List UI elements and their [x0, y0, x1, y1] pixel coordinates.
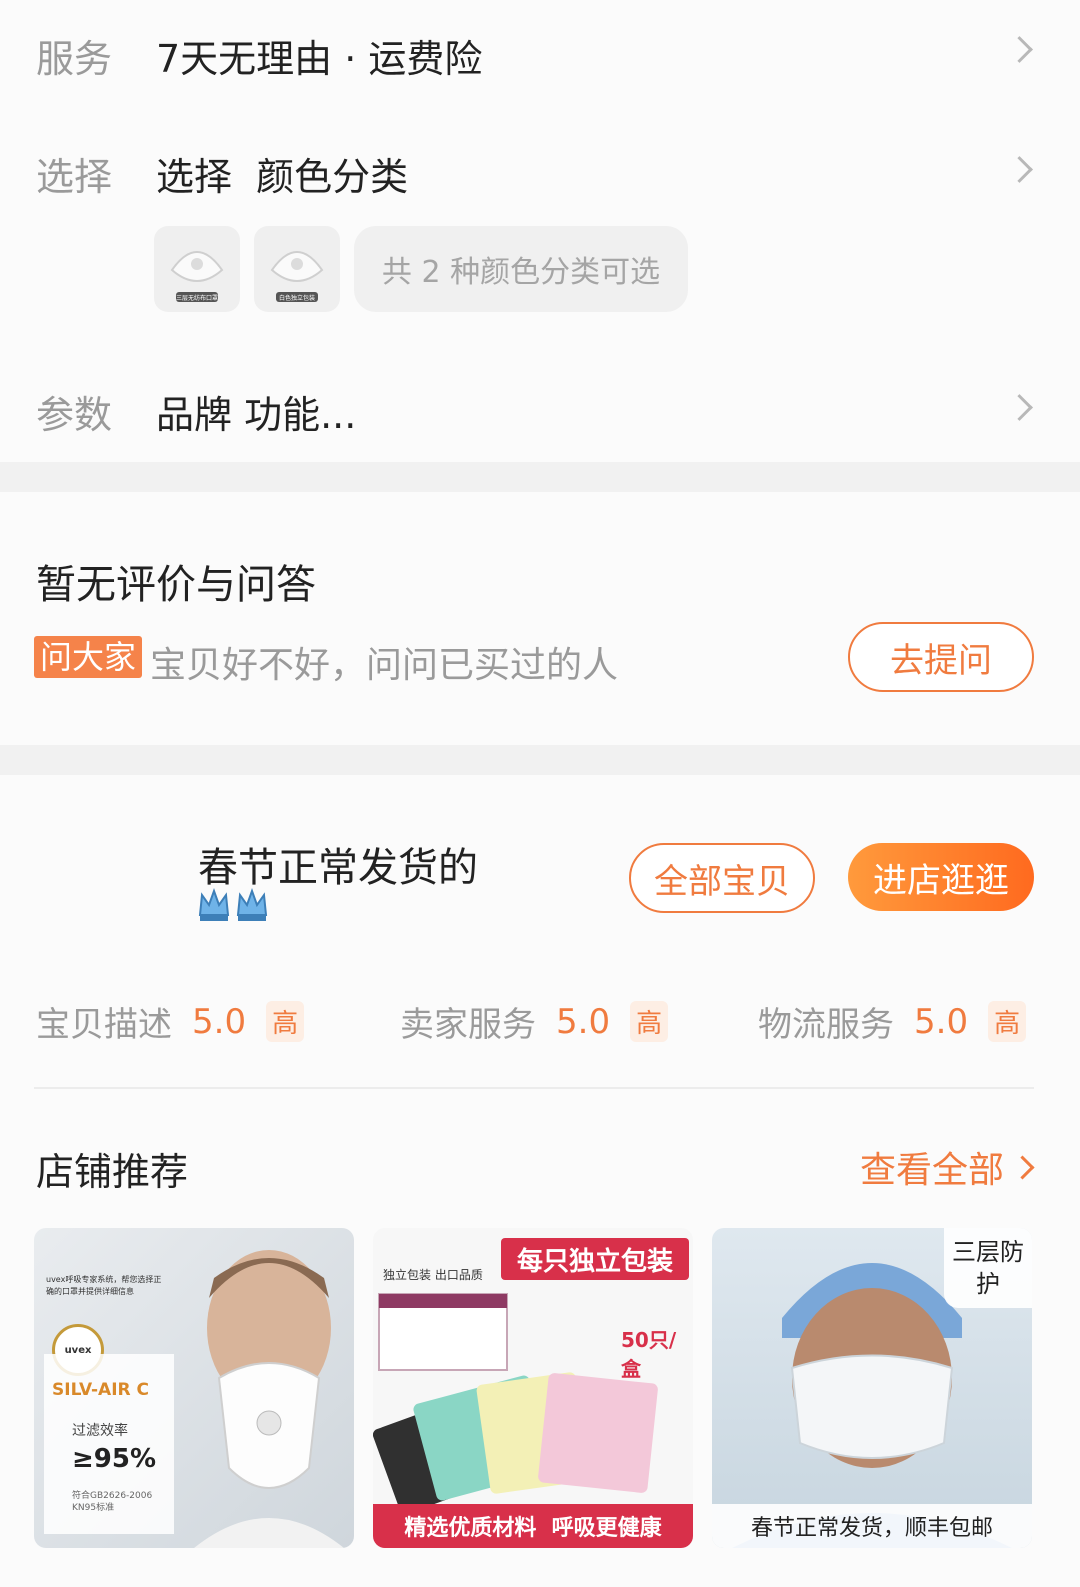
variant-thumb-2[interactable]: 白色独立包装: [254, 226, 340, 312]
score-description: 宝贝描述 5.0 高: [36, 997, 305, 1046]
score-tag: 高: [988, 1001, 1027, 1042]
section-divider: [0, 462, 1080, 492]
card-corner-label: 三层防护: [944, 1228, 1032, 1308]
params-label: 参数: [36, 393, 113, 437]
mask-packages-illustration: [373, 1293, 658, 1508]
select-row[interactable]: 选择 选择 颜色分类 三层无纺布口罩 白色独立包装 共 2 种颜色分类可选: [0, 120, 1080, 320]
service-label: 服务: [36, 37, 113, 81]
recommend-card-3[interactable]: 三层防护 春节正常发货，顺丰包邮: [712, 1228, 1032, 1548]
select-value: 选择 颜色分类: [156, 155, 409, 199]
shop-logo[interactable]: [36, 823, 166, 953]
view-all-label: 查看全部: [860, 1150, 1005, 1191]
score-label: 宝贝描述: [36, 1005, 172, 1045]
score-label: 卖家服务: [400, 1005, 536, 1045]
man-wearing-mask-illustration: [194, 1250, 344, 1548]
reviews-section: 暂无评价与问答 问大家 宝贝好不好，问问已买过的人 去提问: [0, 492, 1080, 745]
params-value: 品牌 功能...: [156, 393, 357, 437]
chevron-right-icon: [1010, 1154, 1035, 1180]
card-bottom-banner: 精选优质材料 呼吸更健康: [373, 1504, 693, 1548]
divider: [34, 1087, 1034, 1089]
score-label: 物流服务: [758, 1005, 894, 1045]
service-row[interactable]: 服务 7天无理由 · 运费险: [0, 0, 1080, 100]
recommend-card-1[interactable]: uvex呼吸专家系统，帮您选择正确的口罩并提供详细信息 uvex SILV-AI…: [34, 1228, 354, 1548]
ask-question-button[interactable]: 去提问: [848, 622, 1034, 692]
service-value: 7天无理由 · 运费险: [156, 37, 483, 81]
chevron-right-icon: [1006, 36, 1033, 63]
section-divider: [0, 745, 1080, 775]
ask-text: 宝贝好不好，问问已买过的人: [150, 645, 619, 686]
card-intro: uvex呼吸专家系统，帮您选择正确的口罩并提供详细信息: [46, 1275, 162, 1296]
score-tag: 高: [266, 1001, 305, 1042]
chevron-right-icon: [1006, 394, 1033, 421]
efficiency-label: 过滤效率: [72, 1423, 128, 1439]
efficiency-value: ≥95%: [72, 1444, 157, 1474]
score-value: 5.0: [192, 1001, 247, 1042]
chevron-right-icon: [1006, 156, 1033, 183]
variant-thumb-1[interactable]: 三层无纺布口罩: [154, 226, 240, 312]
variant-thumb-caption: 三层无纺布口罩: [176, 295, 218, 302]
all-items-button[interactable]: 全部宝贝: [629, 843, 815, 913]
ask-tag: 问大家: [34, 636, 143, 678]
select-label: 选择: [36, 155, 113, 199]
score-tag: 高: [630, 1001, 669, 1042]
product-name: SILV-AIR C: [52, 1380, 150, 1400]
standard-text: 符合GB2626-2006 KN95标准: [72, 1491, 153, 1513]
score-value: 5.0: [914, 1001, 969, 1042]
crown-badge-icon: [196, 885, 276, 925]
score-service: 卖家服务 5.0 高: [400, 997, 669, 1046]
variant-thumb-caption: 白色独立包装: [278, 295, 315, 302]
score-logistics: 物流服务 5.0 高: [758, 997, 1027, 1046]
product-info-section: 服务 7天无理由 · 运费险 选择 选择 颜色分类 三层无纺布口罩 白色独立包装…: [0, 0, 1080, 462]
reviews-title: 暂无评价与问答: [36, 562, 316, 608]
recommend-card-2[interactable]: 独立包装 出口品质 每只独立包装 50只/盒 精选优质材料 呼吸更健康: [373, 1228, 693, 1548]
view-all-link[interactable]: 查看全部: [860, 1141, 1035, 1193]
variants-count-pill[interactable]: 共 2 种颜色分类可选: [354, 226, 688, 312]
params-row[interactable]: 参数 品牌 功能...: [0, 360, 1080, 450]
enter-shop-button[interactable]: 进店逛逛: [848, 843, 1034, 911]
card-banner: 每只独立包装: [501, 1238, 689, 1280]
card-bottom-text: 春节正常发货，顺丰包邮: [712, 1504, 1032, 1548]
recommend-title: 店铺推荐: [36, 1150, 189, 1194]
card-top-text: 独立包装 出口品质: [383, 1268, 483, 1282]
score-value: 5.0: [556, 1001, 611, 1042]
